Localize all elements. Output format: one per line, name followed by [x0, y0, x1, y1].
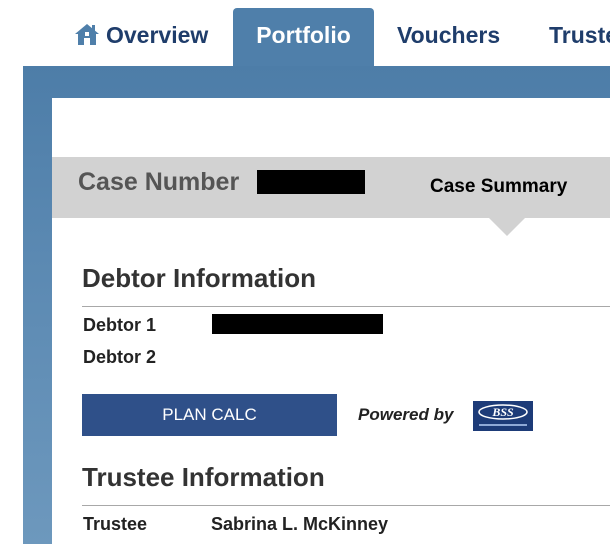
trustee-name: Sabrina L. McKinney: [211, 514, 389, 534]
debtor-divider: [82, 306, 610, 307]
trustee-divider: [82, 505, 610, 506]
case-number-redacted: [257, 170, 365, 194]
debtor-information-title: Debtor Information: [82, 263, 316, 293]
debtor-1-redacted: [212, 314, 383, 334]
debtor-1-label: Debtor 1: [83, 315, 157, 335]
active-tab-pointer: [489, 218, 525, 236]
tab-vouchers[interactable]: Vouchers: [397, 8, 500, 66]
tab-trustee-label: Truste: [549, 22, 610, 48]
case-summary-tab[interactable]: Case Summary: [430, 176, 567, 198]
trustee-label: Trustee: [83, 514, 148, 534]
bss-logo-text: BSS: [491, 405, 514, 419]
bss-logo: BSS: [473, 401, 533, 431]
top-nav: Overview Portfolio Vouchers Truste: [0, 0, 610, 66]
tab-portfolio-label: Portfolio: [256, 22, 351, 48]
debtor-2-label: Debtor 2: [83, 347, 157, 367]
tab-trustee[interactable]: Truste: [549, 8, 610, 66]
powered-by-label: Powered by: [358, 405, 454, 424]
tab-overview[interactable]: Overview: [74, 8, 208, 66]
tab-vouchers-label: Vouchers: [397, 22, 501, 48]
plan-calc-button[interactable]: PLAN CALC: [82, 394, 337, 436]
tab-portfolio[interactable]: Portfolio: [233, 8, 374, 66]
trustee-information-title: Trustee Information: [82, 462, 325, 492]
house-icon: [74, 11, 100, 65]
tab-overview-label: Overview: [106, 22, 209, 48]
case-number-label: Case Number: [78, 168, 240, 196]
